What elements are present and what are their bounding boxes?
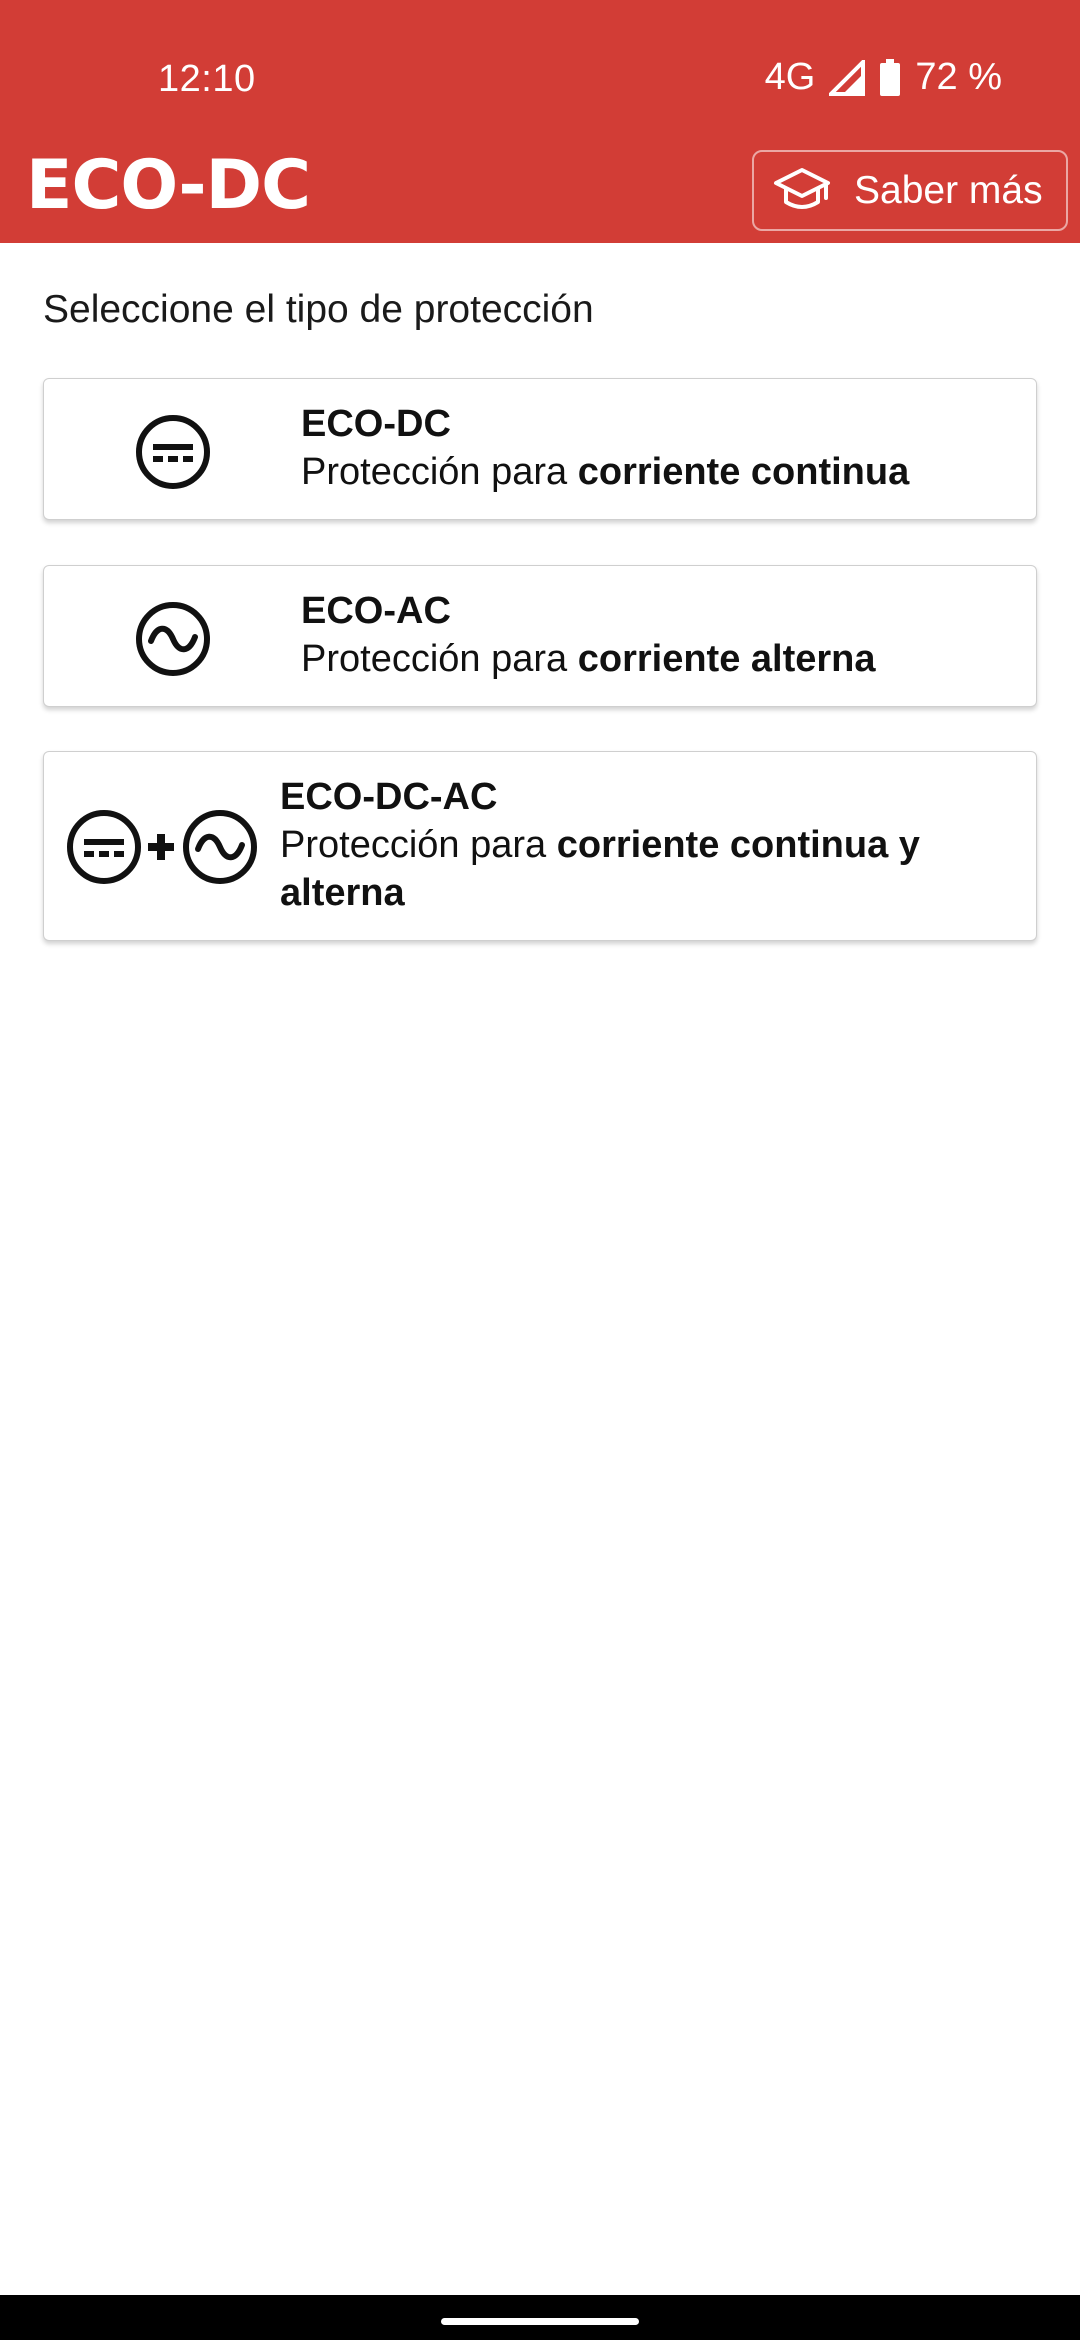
option-description: Protección para corriente continua — [301, 451, 910, 493]
learn-more-label: Saber más — [854, 168, 1043, 212]
dc-circle-icon — [135, 414, 211, 495]
option-text: ECO-DC Protección para corriente continu… — [301, 400, 909, 496]
option-eco-dc[interactable]: ECO-DC Protección para corriente continu… — [43, 378, 1037, 520]
app-bar: 12:10 4G 72 % ECO-DC Saber más — [0, 0, 1080, 243]
option-text: ECO-DC-AC Protección para corriente cont… — [280, 773, 1000, 917]
dc-plus-ac-icon — [66, 809, 258, 890]
option-description: Protección para corriente alterna — [301, 638, 876, 680]
home-gesture-handle[interactable] — [441, 2318, 639, 2325]
graduation-cap-icon — [772, 166, 832, 216]
option-text: ECO-AC Protección para corriente alterna — [301, 587, 876, 683]
status-indicators: 4G 72 % — [765, 56, 1002, 99]
option-description: Protección para corriente continua y alt… — [280, 824, 920, 914]
status-time: 12:10 — [158, 58, 256, 100]
option-eco-ac[interactable]: ECO-AC Protección para corriente alterna — [43, 565, 1037, 707]
option-title: ECO-AC — [301, 590, 451, 632]
learn-more-button[interactable]: Saber más — [752, 150, 1068, 231]
ac-circle-icon — [135, 601, 211, 682]
page-prompt: Seleccione el tipo de protección — [43, 288, 594, 331]
network-type: 4G — [764, 56, 816, 98]
option-eco-dc-ac[interactable]: ECO-DC-AC Protección para corriente cont… — [43, 751, 1037, 941]
option-title: ECO-DC-AC — [280, 776, 498, 818]
battery-level: 72 % — [915, 56, 1002, 98]
app-title: ECO-DC — [26, 146, 311, 225]
battery-icon — [879, 58, 901, 97]
signal-icon — [829, 59, 866, 96]
option-title: ECO-DC — [301, 403, 451, 445]
status-bar: 12:10 4G 72 % — [0, 0, 1080, 150]
